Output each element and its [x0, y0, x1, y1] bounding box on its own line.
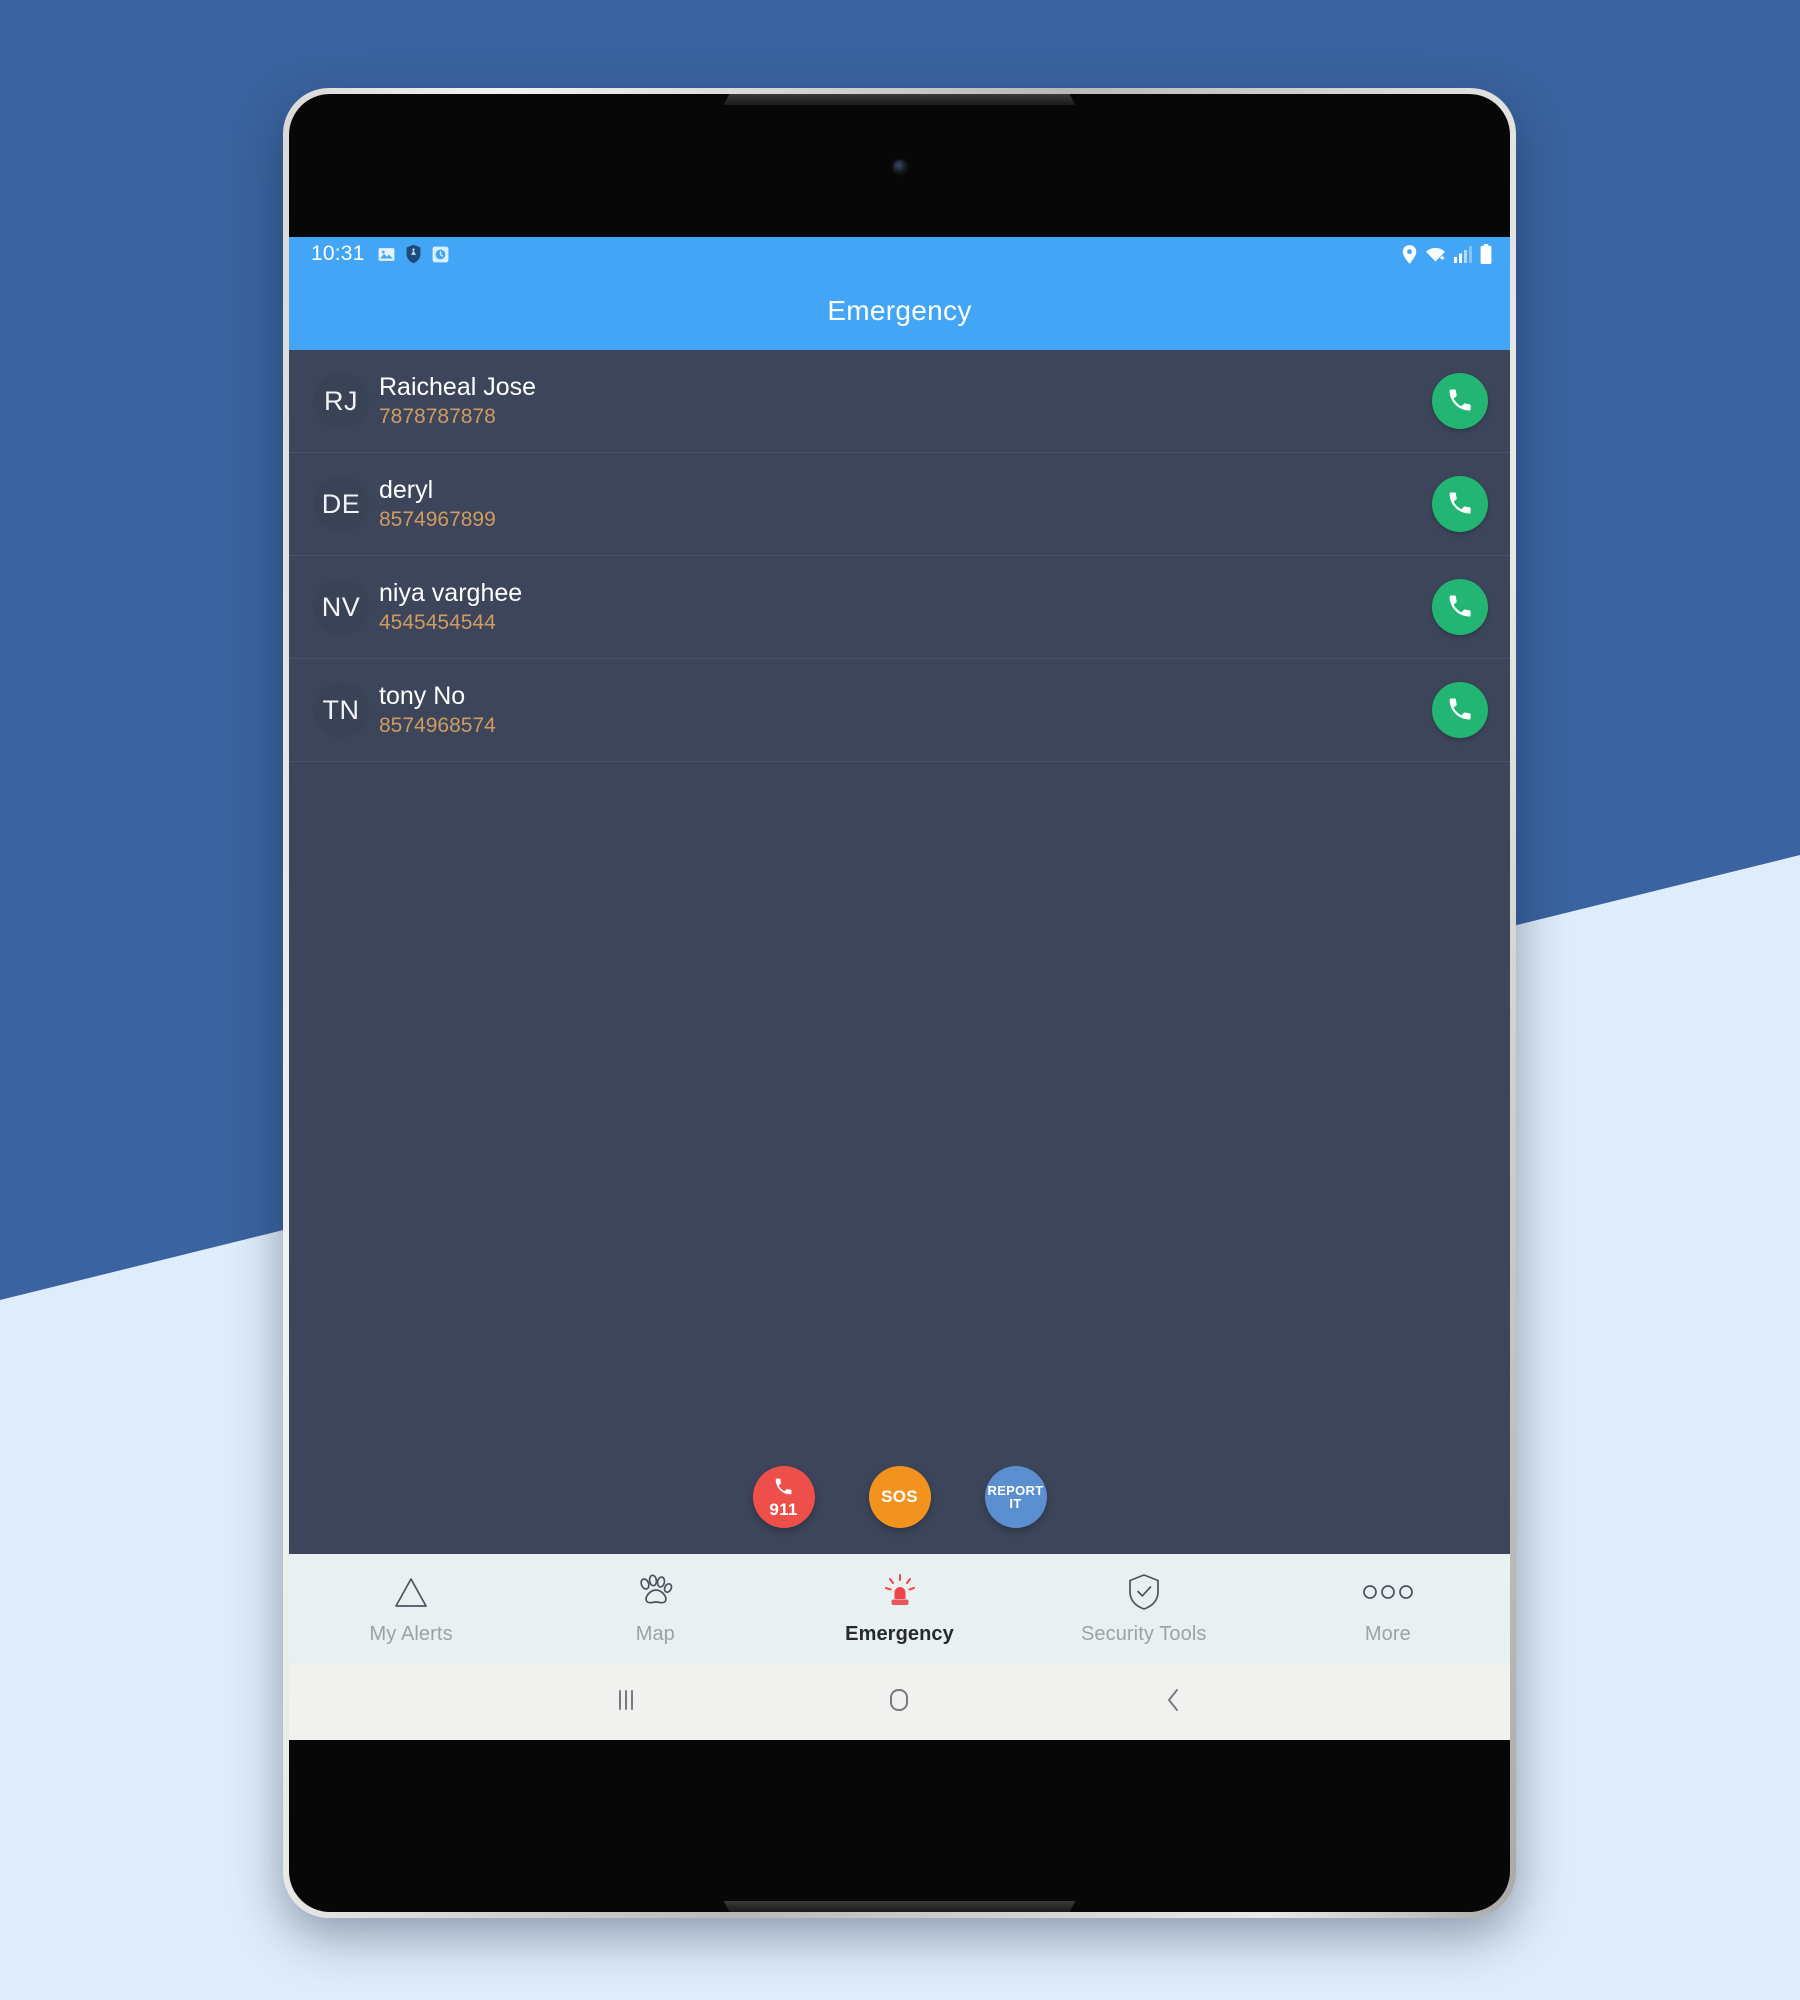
avatar-initials: RJ	[324, 385, 358, 416]
avatar: TN	[313, 682, 369, 738]
shield-check-icon	[1127, 1572, 1161, 1612]
avatar: RJ	[313, 373, 369, 429]
top-speaker-grille	[723, 94, 1076, 105]
location-pin-icon	[1402, 244, 1417, 264]
fab-label: REPORT IT	[987, 1482, 1044, 1511]
phone-icon	[1446, 695, 1474, 726]
triangle-alert-icon	[393, 1572, 429, 1612]
alarm-clock-icon	[431, 245, 450, 264]
bottom-navigation-bar: My Alerts Map Emergency Security Tools M…	[289, 1554, 1510, 1664]
contact-details: deryl 8574967899	[379, 477, 1432, 530]
contact-name: tony No	[379, 682, 466, 711]
nav-label: Map	[635, 1623, 675, 1645]
avatar-initials: TN	[322, 694, 360, 725]
three-dots-icon	[1362, 1572, 1414, 1612]
nav-item-security-tools[interactable]: Security Tools	[1022, 1554, 1266, 1664]
contact-row[interactable]: NV niya varghee 4545454544	[289, 556, 1510, 659]
siren-icon	[881, 1572, 919, 1612]
contact-row[interactable]: DE deryl 8574967899	[289, 453, 1510, 556]
circle-icon	[884, 1685, 914, 1720]
sos-button[interactable]: SOS	[868, 1466, 931, 1528]
fab-label: SOS	[881, 1487, 918, 1507]
call-button[interactable]	[1432, 476, 1488, 532]
contact-phone: 8574967899	[379, 507, 496, 531]
contact-name: Raicheal Jose	[379, 373, 537, 402]
contact-details: niya varghee 4545454544	[379, 580, 1432, 633]
tablet-device-frame: 10:31 Emergency RJ Raicheal Jose 7878787…	[283, 88, 1516, 1918]
phone-icon	[773, 1476, 794, 1500]
call-button[interactable]	[1432, 682, 1488, 738]
contact-phone: 7878787878	[379, 404, 496, 428]
nav-label: Emergency	[845, 1623, 954, 1645]
nav-item-more[interactable]: More	[1266, 1554, 1510, 1664]
status-bar-system-icons	[1402, 244, 1492, 264]
contact-row[interactable]: TN tony No 8574968574	[289, 659, 1510, 762]
back-button[interactable]	[1133, 1672, 1213, 1732]
phone-icon	[1446, 592, 1474, 623]
page-title: Emergency	[827, 294, 972, 326]
nav-item-my-alerts[interactable]: My Alerts	[289, 1554, 533, 1664]
phone-icon	[1446, 386, 1474, 417]
chevron-left-icon	[1161, 1685, 1185, 1720]
nav-label: More	[1364, 1623, 1411, 1645]
cellular-signal-icon	[1454, 245, 1472, 263]
avatar-initials: NV	[321, 591, 361, 622]
paw-print-icon	[635, 1572, 675, 1612]
wifi-icon	[1425, 246, 1446, 263]
device-screen: 10:31 Emergency RJ Raicheal Jose 7878787…	[289, 237, 1510, 1740]
image-icon	[377, 245, 396, 264]
recents-button[interactable]	[586, 1672, 666, 1732]
tablet-bezel: 10:31 Emergency RJ Raicheal Jose 7878787…	[289, 94, 1510, 1912]
nav-label: My Alerts	[369, 1623, 453, 1645]
nav-label: Security Tools	[1080, 1623, 1207, 1645]
phone-icon	[1446, 489, 1474, 520]
call-button[interactable]	[1432, 579, 1488, 635]
contact-name: niya varghee	[379, 579, 523, 608]
contact-row[interactable]: RJ Raicheal Jose 7878787878	[289, 350, 1510, 453]
emergency-contact-list[interactable]: RJ Raicheal Jose 7878787878 DE deryl 857…	[289, 350, 1510, 1466]
contact-phone: 4545454544	[379, 610, 496, 634]
bottom-speaker-grille	[723, 1901, 1076, 1912]
status-bar-clock: 10:31	[311, 242, 365, 265]
status-bar: 10:31	[289, 237, 1510, 271]
call-911-button[interactable]: 911	[752, 1466, 815, 1528]
contact-details: tony No 8574968574	[379, 683, 1432, 736]
front-camera-lens	[892, 160, 907, 174]
report-it-button[interactable]: REPORT IT	[984, 1466, 1047, 1528]
shield-icon	[404, 244, 423, 264]
contact-phone: 8574968574	[379, 713, 496, 737]
vertical-bars-icon	[613, 1685, 639, 1720]
fab-label: 911	[769, 1499, 798, 1519]
contact-details: Raicheal Jose 7878787878	[379, 374, 1432, 427]
empty-list-area	[289, 762, 1510, 1466]
app-bar: Emergency	[289, 271, 1510, 350]
avatar-initials: DE	[321, 488, 361, 519]
quick-action-buttons: 911 SOS REPORT IT	[289, 1466, 1510, 1554]
nav-item-emergency[interactable]: Emergency	[777, 1554, 1021, 1664]
call-button[interactable]	[1432, 373, 1488, 429]
contact-name: deryl	[379, 476, 434, 505]
home-button[interactable]	[859, 1672, 939, 1732]
avatar: DE	[313, 476, 369, 532]
avatar: NV	[313, 579, 369, 635]
android-system-navigation-bar	[289, 1664, 1510, 1740]
status-bar-notification-icons	[377, 244, 450, 264]
battery-icon	[1480, 244, 1492, 264]
nav-item-map[interactable]: Map	[533, 1554, 777, 1664]
